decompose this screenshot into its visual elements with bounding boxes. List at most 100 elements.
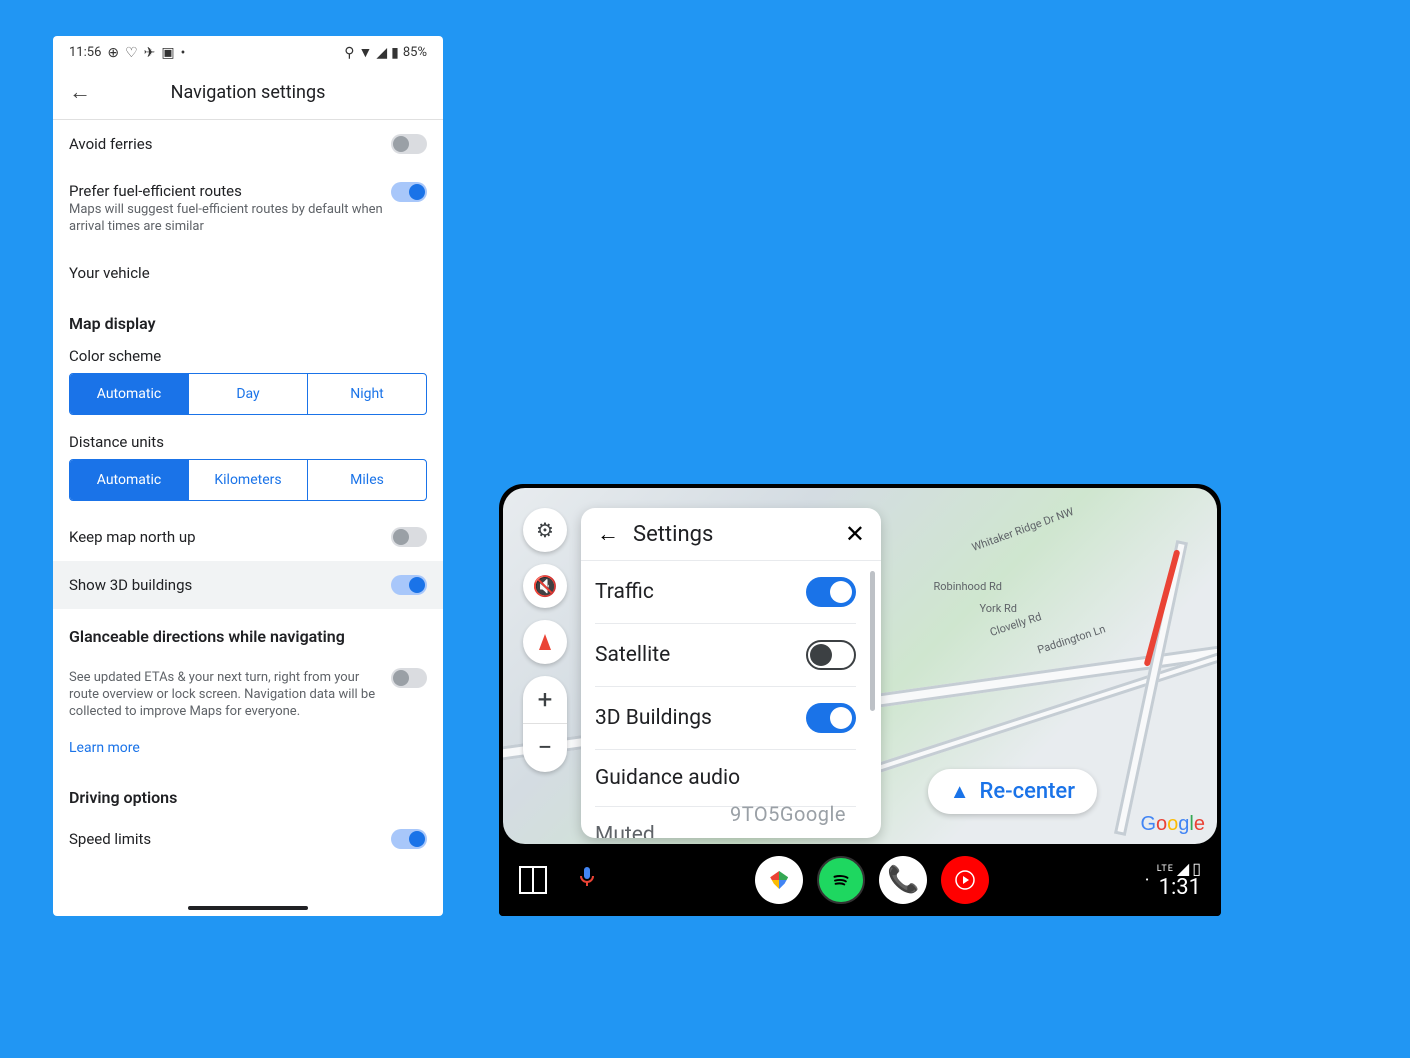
zoom-in-button[interactable]: + bbox=[523, 676, 567, 724]
panel-title: Settings bbox=[633, 522, 831, 547]
maps-app-button[interactable] bbox=[755, 856, 803, 904]
units-km-button[interactable]: Kilometers bbox=[189, 460, 308, 500]
satellite-row[interactable]: Satellite bbox=[595, 624, 856, 687]
keep-north-up-row[interactable]: Keep map north up bbox=[53, 513, 443, 561]
dot-icon: • bbox=[181, 45, 186, 61]
scrollbar[interactable] bbox=[870, 571, 875, 711]
zoom-out-button[interactable]: − bbox=[523, 724, 567, 772]
muted-label: Muted bbox=[595, 823, 655, 838]
signal-icon: ◢ bbox=[376, 45, 387, 61]
settings-list: Avoid ferries Prefer fuel-efficient rout… bbox=[53, 120, 443, 916]
guidance-audio-row[interactable]: Guidance audio bbox=[595, 750, 856, 807]
fuel-toggle[interactable] bbox=[391, 182, 427, 202]
status-icon-2: ♡ bbox=[125, 45, 138, 61]
battery-icon: ▮ bbox=[391, 45, 399, 61]
3d-buildings-toggle[interactable] bbox=[806, 703, 856, 733]
avoid-ferries-row[interactable]: Avoid ferries bbox=[53, 120, 443, 168]
3d-buildings-row[interactable]: 3D Buildings bbox=[595, 687, 856, 750]
3d-buildings-label: 3D Buildings bbox=[595, 706, 712, 730]
your-vehicle-row[interactable]: Your vehicle bbox=[53, 250, 443, 296]
side-controls: ⚙ 🔇 + − bbox=[523, 508, 567, 772]
compass-button[interactable] bbox=[523, 620, 567, 664]
color-day-button[interactable]: Day bbox=[189, 374, 308, 414]
driving-options-header: Driving options bbox=[53, 770, 443, 815]
glanceable-desc: See updated ETAs & your next turn, right… bbox=[69, 670, 391, 721]
show-3d-row[interactable]: Show 3D buildings bbox=[53, 561, 443, 609]
phone-screenshot: 11:56 ⊕ ♡ ✈ ▣ • ⚲ ▼ ◢ ▮ 85% ← Navigation… bbox=[53, 36, 443, 916]
watermark-text: 9TO5Google bbox=[730, 802, 846, 826]
nav-arrow-icon: ▲ bbox=[950, 779, 970, 804]
north-up-label: Keep map north up bbox=[69, 528, 196, 546]
traffic-toggle[interactable] bbox=[806, 577, 856, 607]
satellite-label: Satellite bbox=[595, 643, 670, 667]
phone-app-button[interactable]: 📞 bbox=[879, 856, 927, 904]
guidance-audio-label: Guidance audio bbox=[595, 766, 740, 790]
back-arrow-icon[interactable]: ← bbox=[69, 79, 91, 105]
vehicle-label: Your vehicle bbox=[69, 264, 150, 282]
settings-panel: ← Settings ✕ Traffic Satellite 3D Buildi… bbox=[581, 508, 881, 838]
bottom-bar: 📞 • LTE ◢ ▯ 1:31 bbox=[499, 844, 1221, 916]
glanceable-row[interactable]: See updated ETAs & your next turn, right… bbox=[53, 654, 443, 735]
learn-more-link[interactable]: Learn more bbox=[53, 734, 443, 770]
mute-button[interactable]: 🔇 bbox=[523, 564, 567, 608]
phone-icon: 📞 bbox=[887, 865, 919, 895]
spotify-app-button[interactable] bbox=[817, 856, 865, 904]
panel-header: ← Settings ✕ bbox=[581, 508, 881, 561]
map-canvas[interactable]: Robinhood Rd York Rd Clovelly Rd Whitake… bbox=[503, 488, 1217, 844]
status-icon-1: ⊕ bbox=[107, 45, 119, 61]
spotify-icon bbox=[828, 867, 854, 893]
settings-gear-button[interactable]: ⚙ bbox=[523, 508, 567, 552]
units-miles-button[interactable]: Miles bbox=[308, 460, 426, 500]
satellite-toggle[interactable] bbox=[806, 640, 856, 670]
zoom-control: + − bbox=[523, 676, 567, 772]
telegram-icon: ✈ bbox=[144, 45, 156, 61]
color-scheme-label: Color scheme bbox=[53, 341, 443, 373]
close-icon[interactable]: ✕ bbox=[845, 520, 865, 548]
signal-lte: LTE bbox=[1157, 865, 1174, 874]
distance-units-label: Distance units bbox=[53, 427, 443, 459]
north-up-toggle[interactable] bbox=[391, 527, 427, 547]
speed-limits-toggle[interactable] bbox=[391, 829, 427, 849]
message-icon: ▣ bbox=[161, 45, 174, 61]
fuel-efficient-row[interactable]: Prefer fuel-efficient routes Maps will s… bbox=[53, 168, 443, 250]
avoid-ferries-label: Avoid ferries bbox=[69, 135, 152, 153]
home-indicator[interactable] bbox=[188, 906, 308, 910]
speed-limits-row[interactable]: Speed limits bbox=[53, 815, 443, 863]
show-3d-toggle[interactable] bbox=[391, 575, 427, 595]
avoid-ferries-toggle[interactable] bbox=[391, 134, 427, 154]
distance-units-segmented: Automatic Kilometers Miles bbox=[69, 459, 427, 501]
fuel-sub: Maps will suggest fuel-efficient routes … bbox=[69, 202, 391, 236]
road-label: Paddington Ln bbox=[1036, 622, 1107, 656]
recenter-label: Re-center bbox=[979, 779, 1075, 804]
traffic-row[interactable]: Traffic bbox=[595, 561, 856, 624]
road-label: Whitaker Ridge Dr NW bbox=[971, 505, 1076, 554]
google-logo: Google bbox=[1140, 813, 1205, 836]
assistant-mic-button[interactable] bbox=[575, 865, 599, 895]
status-bar: 11:56 ⊕ ♡ ✈ ▣ • ⚲ ▼ ◢ ▮ 85% bbox=[53, 36, 443, 65]
units-automatic-button[interactable]: Automatic bbox=[70, 460, 189, 500]
gear-icon: ⚙ bbox=[536, 518, 554, 542]
panel-back-icon[interactable]: ← bbox=[597, 521, 619, 547]
maps-icon bbox=[770, 871, 788, 889]
location-icon: ⚲ bbox=[344, 45, 354, 61]
notification-dot: • bbox=[1145, 875, 1148, 886]
glanceable-header: Glanceable directions while navigating bbox=[53, 609, 443, 654]
road-label: York Rd bbox=[979, 602, 1017, 615]
mute-icon: 🔇 bbox=[533, 574, 558, 598]
ytm-icon bbox=[953, 868, 977, 892]
show-3d-label: Show 3D buildings bbox=[69, 576, 192, 594]
bar-time: 1:31 bbox=[1159, 877, 1201, 899]
traffic-label: Traffic bbox=[595, 580, 654, 604]
android-auto-screenshot: Robinhood Rd York Rd Clovelly Rd Whitake… bbox=[499, 484, 1221, 916]
fuel-label: Prefer fuel-efficient routes bbox=[69, 182, 391, 200]
color-night-button[interactable]: Night bbox=[308, 374, 426, 414]
glanceable-toggle[interactable] bbox=[391, 668, 427, 688]
recenter-button[interactable]: ▲ Re-center bbox=[928, 769, 1097, 814]
color-automatic-button[interactable]: Automatic bbox=[70, 374, 189, 414]
youtube-music-button[interactable] bbox=[941, 856, 989, 904]
map-display-header: Map display bbox=[53, 296, 443, 341]
status-time: 11:56 bbox=[69, 45, 101, 60]
layout-button[interactable] bbox=[519, 866, 547, 894]
phone-header: ← Navigation settings bbox=[53, 65, 443, 120]
page-title: Navigation settings bbox=[91, 82, 405, 103]
